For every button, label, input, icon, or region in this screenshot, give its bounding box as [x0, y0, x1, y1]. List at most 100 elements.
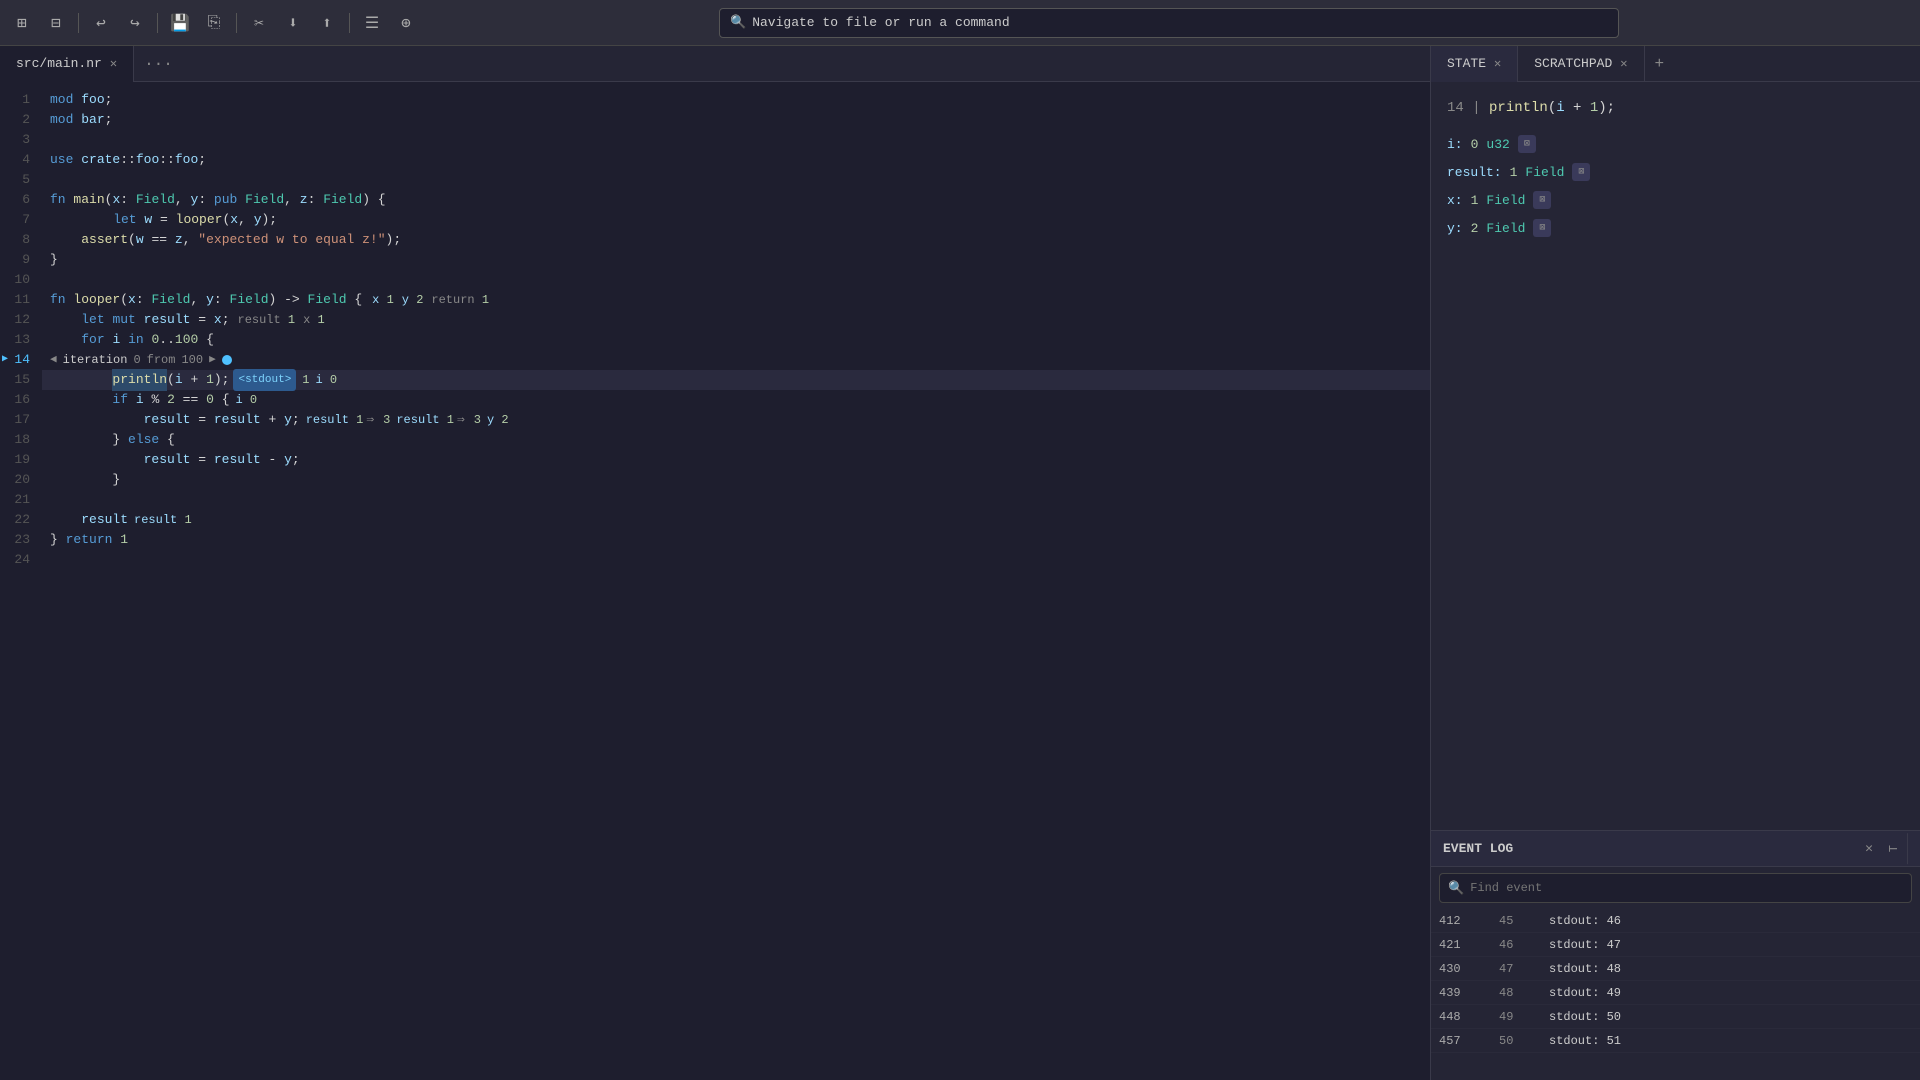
state-var-icon-y[interactable]: ⊠ — [1533, 219, 1551, 237]
event-row-1[interactable]: 412 45 stdout: 46 — [1431, 909, 1920, 933]
state-var-icon-result[interactable]: ⊠ — [1572, 163, 1590, 181]
toolbar-icon-2[interactable]: ⊟ — [42, 9, 70, 37]
tab-scratchpad[interactable]: SCRATCHPAD ✕ — [1518, 46, 1644, 82]
tab-add-icon[interactable]: + — [1645, 55, 1675, 73]
line-num-8: 8 — [0, 230, 42, 250]
line-num-14: 14 — [0, 350, 42, 370]
state-var-val-i: 0 — [1471, 137, 1479, 152]
iter-prev-btn[interactable]: ◀ — [50, 350, 57, 370]
line-num-4: 4 — [0, 150, 42, 170]
code-line-21: result result 1 — [42, 510, 1430, 530]
search-icon: 🔍 — [730, 15, 746, 30]
tab-state-close-icon[interactable]: ✕ — [1494, 56, 1501, 71]
state-var-y: y: 2 Field ⊠ — [1447, 219, 1904, 237]
tab-label: src/main.nr — [16, 56, 102, 71]
event-row-3[interactable]: 430 47 stdout: 48 — [1431, 957, 1920, 981]
event-log-panel: EVENT LOG ✕ T 🔍 412 45 stdout: 46 421 46… — [1431, 830, 1920, 1080]
line-num-9: 9 — [0, 250, 42, 270]
code-content[interactable]: mod foo; mod bar; use crate::foo::foo; f… — [42, 82, 1430, 1080]
code-line-24 — [42, 570, 1430, 590]
line-num-10: 10 — [0, 270, 42, 290]
toolbar-redo[interactable]: ↪ — [121, 9, 149, 37]
state-var-icon-i[interactable]: ⊠ — [1518, 135, 1536, 153]
line-num-1: 1 — [0, 90, 42, 110]
event-id-6: 457 — [1439, 1034, 1499, 1048]
state-var-name-x: x: — [1447, 193, 1463, 208]
event-id-3: 430 — [1439, 962, 1499, 976]
event-num-5: 49 — [1499, 1010, 1549, 1024]
toolbar-menu[interactable]: ☰ — [358, 9, 386, 37]
event-num-6: 50 — [1499, 1034, 1549, 1048]
event-row-2[interactable]: 421 46 stdout: 47 — [1431, 933, 1920, 957]
state-var-name-y: y: — [1447, 221, 1463, 236]
event-desc-2: stdout: 47 — [1549, 938, 1912, 952]
event-desc-5: stdout: 50 — [1549, 1010, 1912, 1024]
event-log-close-icon[interactable]: ✕ — [1865, 841, 1873, 856]
event-table: 412 45 stdout: 46 421 46 stdout: 47 430 … — [1431, 909, 1920, 1080]
line-num-18: 18 — [0, 430, 42, 450]
event-search-input[interactable] — [1470, 881, 1903, 895]
tab-more-icon[interactable]: ··· — [134, 55, 183, 73]
event-desc-1: stdout: 46 — [1549, 914, 1912, 928]
iter-current: 0 — [133, 350, 140, 370]
code-line-8: assert(w == z, "expected w to equal z!")… — [42, 230, 1430, 250]
line-num-24: 24 — [0, 550, 42, 570]
event-log-header: EVENT LOG ✕ T — [1431, 831, 1920, 867]
toolbar-undo[interactable]: ↩ — [87, 9, 115, 37]
toolbar-up[interactable]: ⬆ — [313, 9, 341, 37]
code-line-20 — [42, 490, 1430, 510]
state-var-type-y: Field — [1486, 221, 1525, 236]
state-code-preview: 14 | println(i + 1); — [1447, 98, 1904, 119]
tab-bar: src/main.nr ✕ ··· — [0, 46, 1430, 82]
tab-close-icon[interactable]: ✕ — [110, 56, 117, 71]
editor-area: src/main.nr ✕ ··· 1 2 3 4 5 6 7 8 9 10 1… — [0, 46, 1430, 1080]
iter-next-btn[interactable]: ▶ — [209, 350, 216, 370]
line-num-16: 16 — [0, 390, 42, 410]
event-desc-6: stdout: 51 — [1549, 1034, 1912, 1048]
event-search-bar[interactable]: 🔍 — [1439, 873, 1912, 903]
line-num-13: 13 — [0, 330, 42, 350]
code-line-17: } else { — [42, 430, 1430, 450]
state-var-type-i: u32 — [1486, 137, 1509, 152]
code-line-5 — [42, 170, 1430, 190]
toolbar-icon-1[interactable]: ⊞ — [8, 9, 36, 37]
code-line-19: } — [42, 470, 1430, 490]
toolbar-save[interactable]: 💾 — [166, 9, 194, 37]
search-input[interactable] — [752, 15, 1608, 30]
line-num-6: 6 — [0, 190, 42, 210]
event-row-4[interactable]: 439 48 stdout: 49 — [1431, 981, 1920, 1005]
event-num-1: 45 — [1499, 914, 1549, 928]
line-num-5: 5 — [0, 170, 42, 190]
toolbar-down[interactable]: ⬇ — [279, 9, 307, 37]
tab-scratchpad-close-icon[interactable]: ✕ — [1620, 56, 1627, 71]
iter-progress-dot — [222, 355, 232, 365]
event-log-side-tab[interactable]: T — [1881, 833, 1908, 864]
line-numbers: 1 2 3 4 5 6 7 8 9 10 11 12 13 14 15 16 1… — [0, 82, 42, 1080]
state-var-val-y: 2 — [1471, 221, 1479, 236]
toolbar-sep-4 — [349, 13, 350, 33]
code-line-11: fn looper(x: Field, y: Field) -> Field {… — [42, 290, 1430, 310]
toolbar-copy[interactable]: ⎘ — [200, 9, 228, 37]
event-row-5[interactable]: 448 49 stdout: 50 — [1431, 1005, 1920, 1029]
toolbar-add[interactable]: ⊕ — [392, 9, 420, 37]
toolbar-sep-3 — [236, 13, 237, 33]
line-num-19: 19 — [0, 450, 42, 470]
code-line-7: let w = looper(x, y); — [42, 210, 1430, 230]
panel-tabs: STATE ✕ SCRATCHPAD ✕ + — [1431, 46, 1920, 82]
tab-state[interactable]: STATE ✕ — [1431, 46, 1518, 82]
event-row-6[interactable]: 457 50 stdout: 51 — [1431, 1029, 1920, 1053]
code-area: 1 2 3 4 5 6 7 8 9 10 11 12 13 14 15 16 1… — [0, 82, 1430, 1080]
line-num-11: 11 — [0, 290, 42, 310]
search-bar[interactable]: 🔍 — [719, 8, 1619, 38]
toolbar-sep-2 — [157, 13, 158, 33]
code-line-1: mod foo; — [42, 90, 1430, 110]
event-num-2: 46 — [1499, 938, 1549, 952]
code-line-22: } return 1 — [42, 530, 1430, 550]
code-line-14: println(i + 1); <stdout> 1 i 0 — [42, 370, 1430, 390]
toolbar-cut[interactable]: ✂ — [245, 9, 273, 37]
state-var-icon-x[interactable]: ⊠ — [1533, 191, 1551, 209]
code-line-16: result = result + y; result 1 ⇒ 3 result… — [42, 410, 1430, 430]
code-line-23 — [42, 550, 1430, 570]
editor-tab-main[interactable]: src/main.nr ✕ — [0, 46, 134, 82]
state-panel-content: 14 | println(i + 1); i: 0 u32 ⊠ result: … — [1431, 82, 1920, 830]
